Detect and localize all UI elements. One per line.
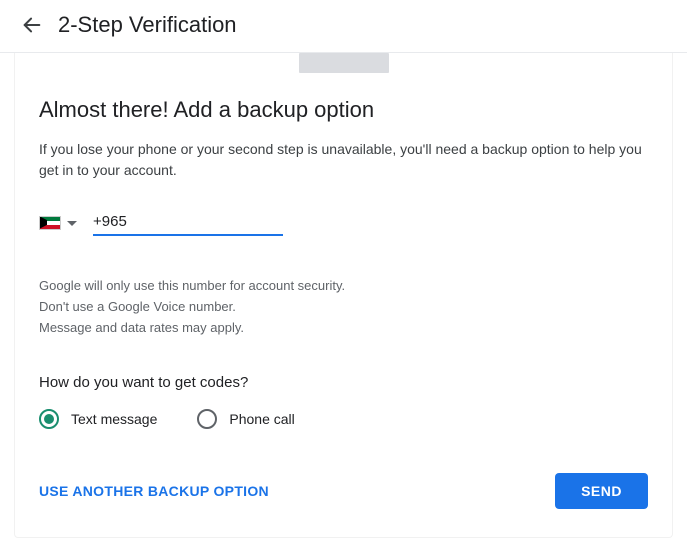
radio-group: Text message Phone call [39,409,648,429]
radio-text-message[interactable]: Text message [39,409,157,429]
chevron-down-icon [67,214,77,232]
radio-icon [39,409,59,429]
send-button[interactable]: SEND [555,473,648,509]
placeholder-bar [299,53,389,73]
phone-row [39,209,648,236]
disclaimer: Google will only use this number for acc… [39,276,648,338]
phone-input[interactable] [93,209,283,236]
section-description: If you lose your phone or your second st… [39,139,648,181]
codes-question: How do you want to get codes? [39,374,648,391]
radio-label: Phone call [229,411,294,427]
disclaimer-line: Don't use a Google Voice number. [39,297,648,318]
footer-row: USE ANOTHER BACKUP OPTION SEND [39,473,648,509]
page-header: 2-Step Verification [0,0,687,53]
flag-icon [39,216,61,230]
disclaimer-line: Message and data rates may apply. [39,318,648,339]
back-button[interactable] [20,13,44,37]
content-card: Almost there! Add a backup option If you… [14,53,673,538]
radio-icon [197,409,217,429]
radio-label: Text message [71,411,157,427]
country-selector[interactable] [39,214,77,232]
section-title: Almost there! Add a backup option [39,97,648,123]
page-title: 2-Step Verification [58,12,237,38]
arrow-left-icon [21,14,43,36]
disclaimer-line: Google will only use this number for acc… [39,276,648,297]
radio-dot-icon [44,414,54,424]
use-another-backup-link[interactable]: USE ANOTHER BACKUP OPTION [39,483,269,499]
radio-phone-call[interactable]: Phone call [197,409,294,429]
